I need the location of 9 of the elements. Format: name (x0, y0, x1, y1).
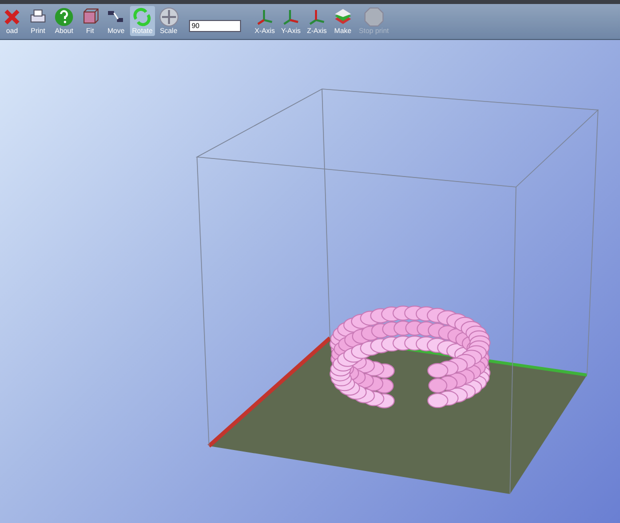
rotate-icon (132, 7, 152, 27)
axes-icon (254, 7, 275, 27)
axes-icon (306, 7, 327, 27)
cross-icon (2, 7, 22, 27)
stop-icon (364, 7, 384, 27)
help-icon (54, 7, 74, 27)
layers-icon (332, 7, 353, 27)
scale-icon (158, 7, 179, 27)
axes-icon (280, 7, 301, 27)
